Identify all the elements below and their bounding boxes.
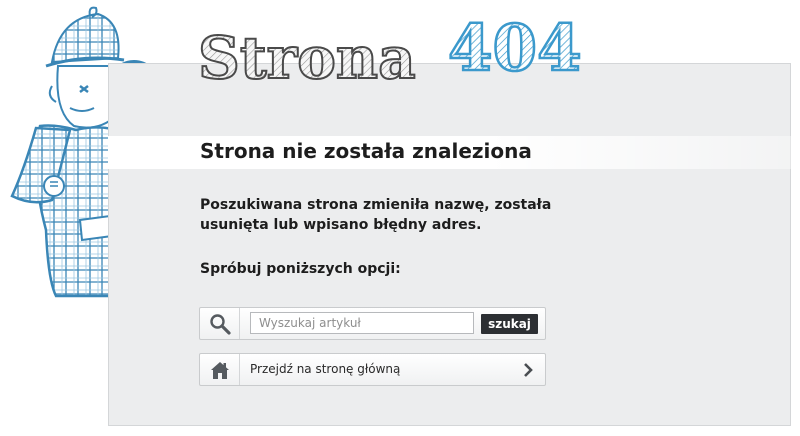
home-link-label: Przejdź na stronę główną (250, 362, 401, 376)
house-icon (211, 362, 229, 379)
options-label: Spróbuj poniższych opcji: (200, 261, 401, 277)
search-input[interactable] (250, 312, 474, 334)
search-button[interactable]: szukaj (481, 314, 538, 334)
chevron-right-icon (524, 363, 533, 377)
home-link[interactable]: Przejdź na stronę główną (199, 353, 546, 386)
search-option: szukaj (199, 307, 546, 340)
search-icon-cell (200, 308, 240, 339)
page-404-logo: Strona 404 (197, 10, 583, 88)
magnifier-icon (210, 314, 231, 335)
logo-number: 404 (448, 11, 582, 86)
page-title: Strona nie została znaleziona (200, 139, 532, 163)
logo-word: Strona (198, 24, 416, 88)
home-icon-cell (200, 354, 240, 385)
error-message: Poszukiwana strona zmieniła nazwę, zosta… (200, 197, 552, 233)
